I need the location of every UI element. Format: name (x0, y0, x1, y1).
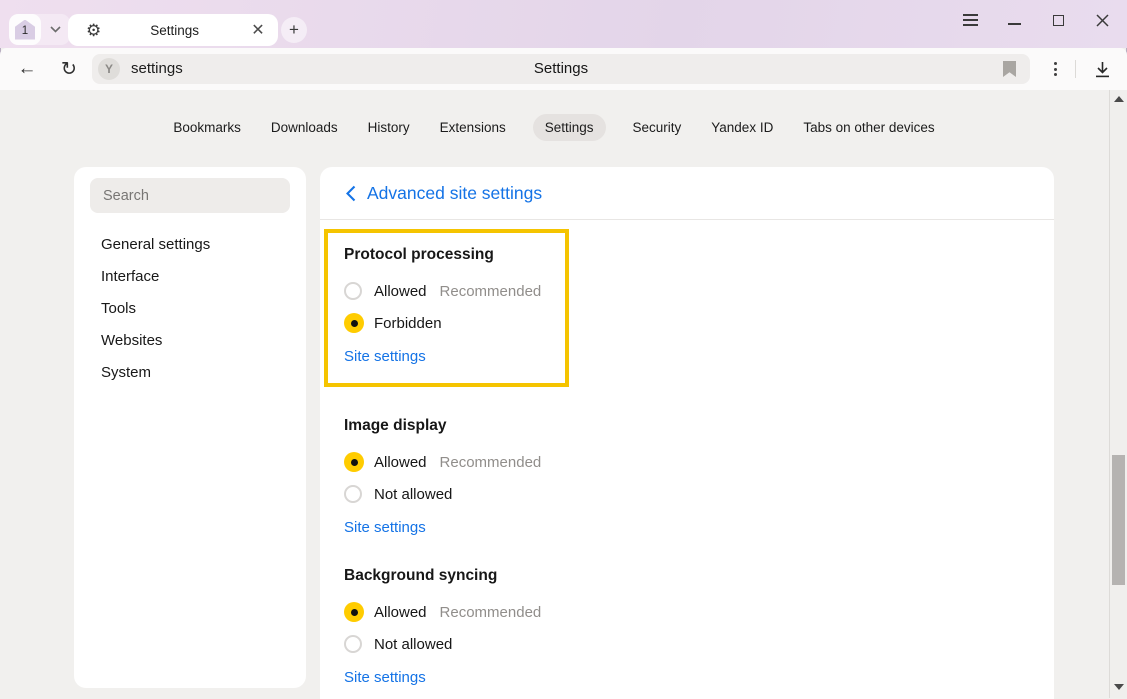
tab-list-dropdown-button[interactable] (41, 14, 70, 45)
nav-tab-settings[interactable]: Settings (533, 114, 606, 141)
url-bar[interactable]: Y settings Settings (92, 54, 1030, 84)
scroll-up-icon[interactable] (1114, 96, 1124, 102)
radio-selected-icon[interactable] (344, 313, 364, 333)
tab-close-icon[interactable]: ✕ (248, 20, 268, 40)
close-window-button[interactable] (1085, 6, 1119, 34)
bookmark-icon[interactable] (1003, 61, 1016, 77)
radio-selected-icon[interactable] (344, 452, 364, 472)
nav-tab-tabs-on-other-devices[interactable]: Tabs on other devices (800, 114, 937, 141)
back-button[interactable]: ← (10, 52, 44, 86)
page-heading: Advanced site settings (367, 183, 542, 204)
settings-main-panel: Advanced site settings Protocol processi… (320, 167, 1054, 699)
radio-label: Not allowed (374, 636, 452, 653)
reload-button[interactable]: ↻ (52, 52, 86, 86)
back-chevron-icon (346, 185, 356, 202)
address-toolbar: ← ↻ Y settings Settings (0, 48, 1127, 90)
scroll-down-icon[interactable] (1114, 684, 1124, 690)
radio-option-forbidden[interactable]: Forbidden (344, 307, 565, 339)
window-controls (953, 6, 1119, 34)
settings-nav-tabs: Bookmarks Downloads History Extensions Setti… (0, 114, 1108, 141)
close-icon (1096, 14, 1109, 27)
tab-counter-control[interactable]: 1 (9, 14, 70, 45)
section-title: Protocol processing (344, 246, 565, 264)
sidebar-item-tools[interactable]: Tools (74, 293, 306, 325)
nav-tab-security[interactable]: Security (630, 114, 685, 141)
nav-tab-yandex-id[interactable]: Yandex ID (708, 114, 776, 141)
downloads-button[interactable] (1087, 55, 1117, 83)
page-title: Settings (92, 54, 1030, 84)
recommended-note: Recommended (440, 604, 542, 621)
maximize-button[interactable] (1041, 6, 1075, 34)
page-content: Bookmarks Downloads History Extensions Setti… (0, 90, 1127, 699)
browser-menu-button[interactable] (953, 6, 987, 34)
gear-icon: ⚙ (86, 22, 101, 39)
download-icon (1094, 61, 1111, 78)
section-background-syncing: Background syncing Allowed Recommended Not … (344, 567, 1054, 687)
nav-tab-extensions[interactable]: Extensions (437, 114, 509, 141)
browser-window: 1 ⚙ Settings ✕ + (0, 0, 1127, 699)
section-protocol-processing: Protocol processing Allowed Recommended For… (344, 246, 565, 366)
radio-option-allowed[interactable]: Allowed Recommended (344, 446, 1054, 478)
radio-option-not-allowed[interactable]: Not allowed (344, 478, 1054, 510)
search-input[interactable]: Search (90, 178, 290, 213)
radio-unselected-icon[interactable] (344, 282, 362, 300)
radio-label: Allowed (374, 604, 427, 621)
advanced-site-settings-header[interactable]: Advanced site settings (320, 167, 1054, 220)
settings-sidebar: Search General settingsInterfaceToolsWeb… (74, 167, 306, 688)
tab-counter-button[interactable]: 1 (9, 14, 41, 45)
hamburger-icon (963, 14, 978, 26)
minimize-icon (1008, 23, 1021, 25)
sidebar-item-system[interactable]: System (74, 357, 306, 389)
radio-label: Allowed (374, 283, 427, 300)
section-title: Image display (344, 417, 1054, 435)
radio-unselected-icon[interactable] (344, 635, 362, 653)
sidebar-item-websites[interactable]: Websites (74, 325, 306, 357)
recommended-note: Recommended (440, 454, 542, 471)
highlight-outline: Protocol processing Allowed Recommended For… (324, 229, 569, 387)
tab-strip: 1 ⚙ Settings ✕ + (0, 0, 1127, 48)
maximize-icon (1053, 15, 1064, 26)
section-title: Background syncing (344, 567, 1054, 585)
sidebar-item-general-settings[interactable]: General settings (74, 229, 306, 261)
radio-label: Forbidden (374, 315, 442, 332)
toolbar-more-button[interactable] (1047, 59, 1063, 79)
nav-tab-bookmarks[interactable]: Bookmarks (170, 114, 244, 141)
scrollbar-thumb[interactable] (1112, 455, 1125, 585)
radio-option-not-allowed[interactable]: Not allowed (344, 628, 1054, 660)
radio-label: Allowed (374, 454, 427, 471)
recommended-note: Recommended (440, 283, 542, 300)
nav-tab-downloads[interactable]: Downloads (268, 114, 341, 141)
minimize-button[interactable] (997, 6, 1031, 34)
browser-tab-settings[interactable]: ⚙ Settings ✕ (68, 14, 278, 46)
radio-unselected-icon[interactable] (344, 485, 362, 503)
new-tab-button[interactable]: + (281, 17, 307, 43)
site-settings-link[interactable]: Site settings (344, 669, 426, 686)
radio-option-allowed[interactable]: Allowed Recommended (344, 596, 1054, 628)
site-settings-link[interactable]: Site settings (344, 519, 426, 536)
radio-selected-icon[interactable] (344, 602, 364, 622)
url-text: settings (131, 54, 183, 84)
chevron-down-icon (50, 26, 61, 33)
toolbar-divider (1075, 60, 1076, 78)
settings-sections: Protocol processing Allowed Recommended For… (320, 220, 1054, 687)
tab-title: Settings (101, 23, 248, 38)
vertical-scrollbar[interactable] (1109, 90, 1127, 698)
sidebar-list: General settingsInterfaceToolsWebsitesSy… (74, 229, 306, 389)
sidebar-item-interface[interactable]: Interface (74, 261, 306, 293)
nav-tab-history[interactable]: History (365, 114, 413, 141)
tab-count-badge: 1 (15, 20, 35, 40)
site-settings-link[interactable]: Site settings (344, 348, 426, 365)
radio-option-allowed[interactable]: Allowed Recommended (344, 275, 565, 307)
site-icon[interactable]: Y (98, 58, 120, 80)
section-image-display: Image display Allowed Recommended Not allow… (344, 417, 1054, 537)
radio-label: Not allowed (374, 486, 452, 503)
